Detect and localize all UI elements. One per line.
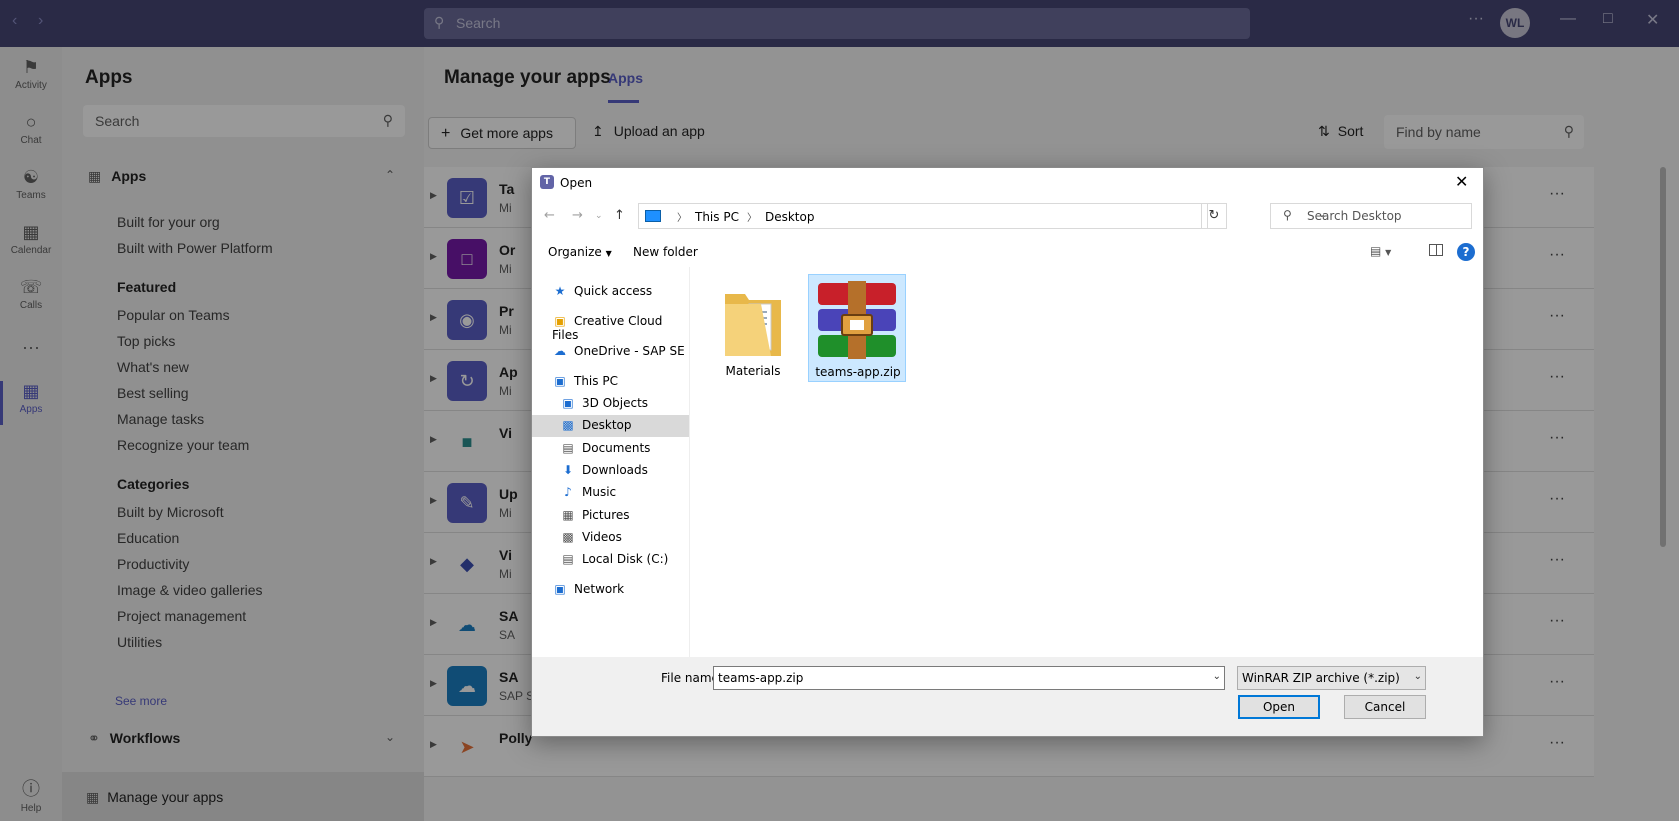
computer-icon: ▣: [554, 374, 566, 388]
cloud-icon: ☁: [554, 344, 566, 358]
search-icon: ⚲: [1283, 208, 1292, 222]
nav-desktop[interactable]: ▩ Desktop: [532, 415, 689, 437]
disk-icon: ▤: [562, 552, 574, 566]
nav-onedrive[interactable]: ☁ OneDrive - SAP SE: [532, 341, 689, 363]
folder-icon: [725, 294, 781, 356]
nav-documents[interactable]: ▤ Documents: [532, 438, 689, 460]
file-name-input[interactable]: teams-app.zip ⌄: [713, 666, 1225, 690]
nav-this-pc[interactable]: ▣ This PC: [532, 371, 689, 393]
dialog-footer: File name: teams-app.zip ⌄ WinRAR ZIP ar…: [532, 657, 1483, 736]
document-icon: ▤: [562, 441, 574, 455]
back-arrow-icon[interactable]: ←: [544, 208, 555, 223]
change-view-button[interactable]: ▤ ▼: [1370, 244, 1391, 258]
recent-locations-chevron-icon[interactable]: ⌄: [595, 211, 603, 221]
nav-videos[interactable]: ▩ Videos: [532, 527, 689, 549]
chevron-down-icon: ⌄: [1413, 671, 1422, 682]
desktop-icon: ▩: [562, 418, 574, 432]
file-item-materials[interactable]: Materials: [704, 274, 802, 382]
computer-icon: [645, 210, 661, 222]
view-icon: ▤: [1370, 244, 1382, 258]
nav-quick-access[interactable]: ★ Quick access: [532, 281, 689, 303]
breadcrumb-desktop[interactable]: Desktop: [765, 210, 815, 224]
chevron-right-icon: 〉: [677, 213, 687, 224]
star-icon: ★: [554, 284, 566, 298]
chevron-down-icon[interactable]: ⌄: [1213, 671, 1221, 682]
new-folder-button[interactable]: New folder: [633, 245, 698, 259]
up-arrow-icon[interactable]: ↑: [614, 208, 625, 223]
open-file-dialog: T Open ✕ ← → ⌄ ↑ 〉 This PC 〉 Desktop ⌄ ↻ ⚲ …: [531, 167, 1484, 737]
video-icon: ▩: [562, 530, 574, 544]
nav-pictures[interactable]: ▦ Pictures: [532, 505, 689, 527]
file-item-teams-app-zip[interactable]: teams-app.zip: [808, 274, 906, 382]
file-name: teams-app.zip: [815, 365, 901, 379]
nav-network[interactable]: ▣ Network: [532, 579, 689, 601]
teams-app-icon: T: [540, 175, 554, 189]
nav-downloads[interactable]: ⬇ Downloads: [532, 460, 689, 482]
forward-arrow-icon[interactable]: →: [572, 208, 583, 223]
organize-button[interactable]: Organize ▼: [548, 245, 612, 259]
file-type-select[interactable]: WinRAR ZIP archive (*.zip) ⌄: [1237, 666, 1426, 690]
dialog-toolbar: Organize ▼ New folder ▤ ▼ ?: [532, 237, 1483, 267]
nav-3d-objects[interactable]: ▣ 3D Objects: [532, 393, 689, 415]
address-bar[interactable]: 〉 This PC 〉 Desktop ⌄: [638, 203, 1326, 229]
cube-icon: ▣: [562, 396, 574, 410]
open-button[interactable]: Open: [1238, 695, 1320, 719]
dropdown-arrow-icon: ▼: [605, 249, 612, 258]
file-name: Materials: [725, 364, 781, 378]
search-desktop-input[interactable]: ⚲ Search Desktop: [1270, 203, 1472, 229]
nav-local-disk[interactable]: ▤ Local Disk (C:): [532, 549, 689, 571]
file-list: Materials teams-app.zip: [690, 267, 1483, 657]
nav-creative-cloud[interactable]: ▣ Creative Cloud Files: [532, 311, 689, 342]
refresh-icon: ↻: [1208, 208, 1220, 223]
refresh-button[interactable]: ↻: [1201, 203, 1227, 229]
dialog-title: Open: [560, 176, 593, 190]
winrar-archive-icon: [818, 281, 896, 359]
close-icon[interactable]: ✕: [1455, 172, 1468, 191]
chevron-right-icon: 〉: [746, 213, 757, 224]
preview-pane-icon[interactable]: [1429, 244, 1443, 256]
network-icon: ▣: [554, 582, 566, 596]
picture-icon: ▦: [562, 508, 574, 522]
breadcrumb-this-pc[interactable]: This PC: [695, 210, 739, 224]
creative-cloud-icon: ▣: [554, 314, 566, 328]
dropdown-arrow-icon: ▼: [1385, 248, 1392, 257]
help-icon[interactable]: ?: [1457, 243, 1475, 261]
cancel-button[interactable]: Cancel: [1344, 695, 1426, 719]
navigation-pane: ★ Quick access ▣ Creative Cloud Files ☁ One…: [532, 267, 690, 657]
nav-music[interactable]: ♪ Music: [532, 482, 689, 504]
download-icon: ⬇: [562, 463, 574, 477]
music-icon: ♪: [564, 485, 572, 499]
